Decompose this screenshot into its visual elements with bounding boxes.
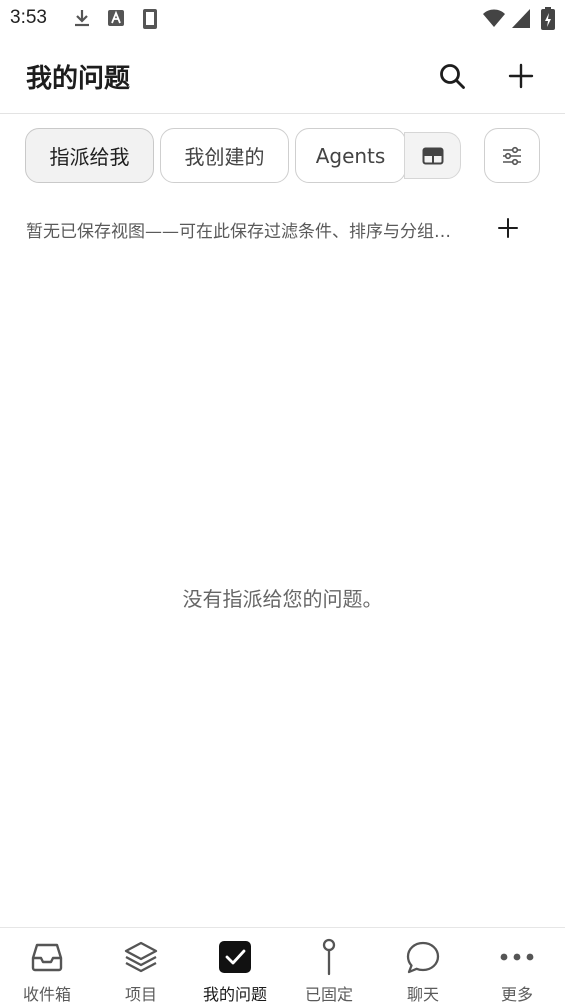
download-icon	[72, 8, 92, 28]
filter-settings-button[interactable]	[484, 128, 540, 183]
nav-item-my-issues[interactable]: 我的问题	[188, 928, 282, 1004]
signal-icon	[511, 7, 531, 33]
tab-assigned-to-me[interactable]: 指派给我	[25, 128, 154, 183]
add-saved-view-button[interactable]	[486, 206, 530, 250]
view-toggle-button[interactable]	[404, 132, 461, 179]
a-icon	[106, 8, 126, 28]
table-icon	[422, 147, 443, 164]
nav-item-inbox[interactable]: 收件箱	[0, 928, 94, 1004]
nav-label: 更多	[500, 985, 533, 1004]
add-issue-button[interactable]	[499, 54, 543, 98]
layers-icon	[124, 941, 158, 973]
tab-created-by-me[interactable]: 我创建的	[160, 128, 289, 183]
plus-icon	[498, 218, 518, 238]
saved-views-message: 暂无已保存视图——可在此保存过滤条件、排序与分组设置	[26, 222, 466, 242]
empty-state-message: 没有指派给您的问题。	[182, 587, 383, 611]
pin-icon	[322, 938, 336, 976]
nav-item-projects[interactable]: 项目	[94, 928, 188, 1004]
nav-item-chat[interactable]: 聊天	[376, 928, 470, 1004]
nav-label: 收件箱	[22, 985, 71, 1004]
filter-tabs: 指派给我 我创建的 Agents	[0, 126, 565, 186]
more-icon	[500, 953, 534, 961]
plus-icon	[508, 63, 534, 89]
page-title: 我的问题	[26, 64, 131, 94]
status-bar: 3:53	[0, 0, 565, 38]
checkbox-icon	[219, 941, 251, 973]
bottom-nav: 收件箱 项目 我的问题 已固定 聊天 更多	[0, 927, 565, 1004]
wifi-icon	[482, 7, 506, 33]
inbox-icon	[31, 943, 63, 972]
search-button[interactable]	[430, 54, 474, 98]
status-time: 3:53	[10, 7, 47, 28]
battery-charging-icon	[540, 7, 556, 35]
nav-label: 已固定	[304, 985, 353, 1004]
sd-card-icon	[140, 8, 160, 29]
nav-label: 项目	[124, 985, 157, 1004]
nav-item-more[interactable]: 更多	[470, 928, 564, 1004]
nav-label: 聊天	[406, 985, 439, 1004]
nav-label: 我的问题	[202, 985, 267, 1004]
sliders-icon	[503, 146, 521, 165]
saved-views-row: 暂无已保存视图——可在此保存过滤条件、排序与分组设置	[0, 205, 565, 251]
chat-icon	[406, 941, 440, 974]
search-icon	[440, 64, 465, 89]
app-bar: 我的问题	[0, 38, 565, 114]
nav-item-pinned[interactable]: 已固定	[282, 928, 376, 1004]
tab-agents[interactable]: Agents	[295, 128, 406, 183]
